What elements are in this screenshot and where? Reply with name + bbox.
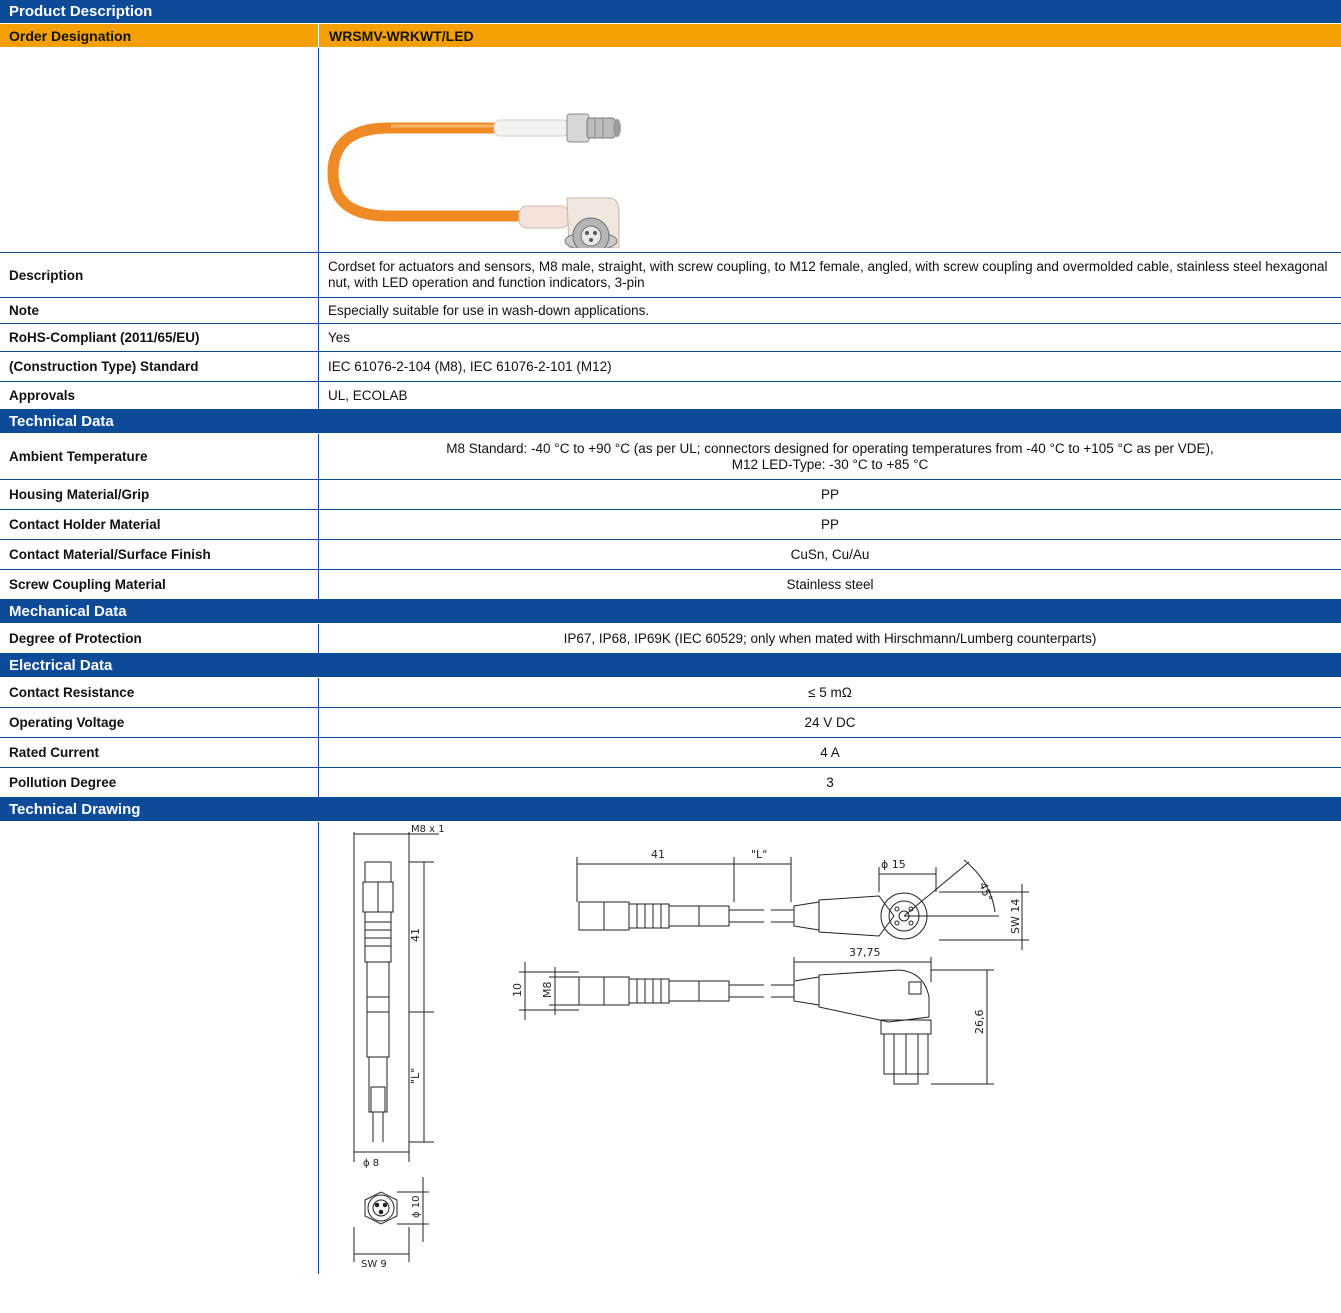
order-designation-row: Order Designation WRSMV-WRKWT/LED bbox=[0, 24, 1341, 48]
svg-text:SW 9: SW 9 bbox=[361, 1259, 387, 1270]
electrical-row: Pollution Degree 3 bbox=[0, 768, 1341, 798]
svg-text:M8 x 1: M8 x 1 bbox=[411, 824, 445, 835]
svg-text:"L": "L" bbox=[409, 1068, 422, 1084]
svg-text:ϕ 10: ϕ 10 bbox=[411, 1196, 422, 1219]
product-image-row bbox=[0, 48, 1341, 253]
side-view-straight-connector: M8 x 1 41 "L" ϕ 8 bbox=[353, 824, 445, 1169]
top-view-cordset: 41 "L" ϕ 15 45° SW 14 bbox=[576, 848, 1029, 950]
section-electrical-data: Electrical Data bbox=[0, 654, 1341, 678]
technical-row: Screw Coupling Material Stainless steel bbox=[0, 570, 1341, 600]
product-datasheet: Product Description Order Designation WR… bbox=[0, 0, 1341, 1274]
technical-row: Contact Material/Surface Finish CuSn, Cu… bbox=[0, 540, 1341, 570]
svg-text:SW 14: SW 14 bbox=[1009, 899, 1022, 934]
product-row: (Construction Type) Standard IEC 61076-2… bbox=[0, 352, 1341, 382]
section-product-description: Product Description bbox=[0, 0, 1341, 24]
svg-text:10: 10 bbox=[511, 983, 524, 997]
front-view-hex: ϕ 10 SW 9 bbox=[353, 1177, 429, 1270]
product-photo bbox=[327, 113, 621, 248]
product-row: Approvals UL, ECOLAB bbox=[0, 382, 1341, 410]
mechanical-row: Degree of Protection IP67, IP68, IP69K (… bbox=[0, 624, 1341, 654]
svg-text:26,6: 26,6 bbox=[973, 1010, 986, 1035]
product-row: RoHS-Compliant (2011/65/EU) Yes bbox=[0, 324, 1341, 352]
technical-drawing: M8 x 1 41 "L" ϕ 8 ϕ 10 SW 9 41 "L" ϕ 15 … bbox=[353, 824, 1029, 1270]
order-designation-value: WRSMV-WRKWT/LED bbox=[318, 24, 1341, 47]
svg-text:37,75: 37,75 bbox=[849, 946, 881, 959]
front-view-cordset: 10 M8 37,75 26,6 bbox=[511, 946, 994, 1085]
technical-row: Ambient Temperature M8 Standard: -40 °C … bbox=[0, 434, 1341, 480]
svg-text:ϕ 15: ϕ 15 bbox=[881, 858, 906, 871]
electrical-row: Operating Voltage 24 V DC bbox=[0, 708, 1341, 738]
product-row: Description Cordset for actuators and se… bbox=[0, 253, 1341, 298]
technical-row: Housing Material/Grip PP bbox=[0, 480, 1341, 510]
svg-text:ϕ 8: ϕ 8 bbox=[363, 1158, 379, 1169]
svg-text:41: 41 bbox=[409, 928, 422, 942]
electrical-row: Contact Resistance ≤ 5 mΩ bbox=[0, 678, 1341, 708]
technical-drawing-row: M8 x 1 41 "L" ϕ 8 ϕ 10 SW 9 41 "L" ϕ 15 … bbox=[0, 822, 1341, 1274]
section-technical-drawing: Technical Drawing bbox=[0, 798, 1341, 822]
svg-text:M8: M8 bbox=[541, 982, 554, 999]
section-mechanical-data: Mechanical Data bbox=[0, 600, 1341, 624]
order-designation-label: Order Designation bbox=[9, 28, 132, 44]
technical-row: Contact Holder Material PP bbox=[0, 510, 1341, 540]
product-row: Note Especially suitable for use in wash… bbox=[0, 298, 1341, 324]
section-technical-data: Technical Data bbox=[0, 410, 1341, 434]
electrical-row: Rated Current 4 A bbox=[0, 738, 1341, 768]
svg-text:41: 41 bbox=[651, 848, 665, 861]
svg-text:"L": "L" bbox=[751, 848, 767, 861]
